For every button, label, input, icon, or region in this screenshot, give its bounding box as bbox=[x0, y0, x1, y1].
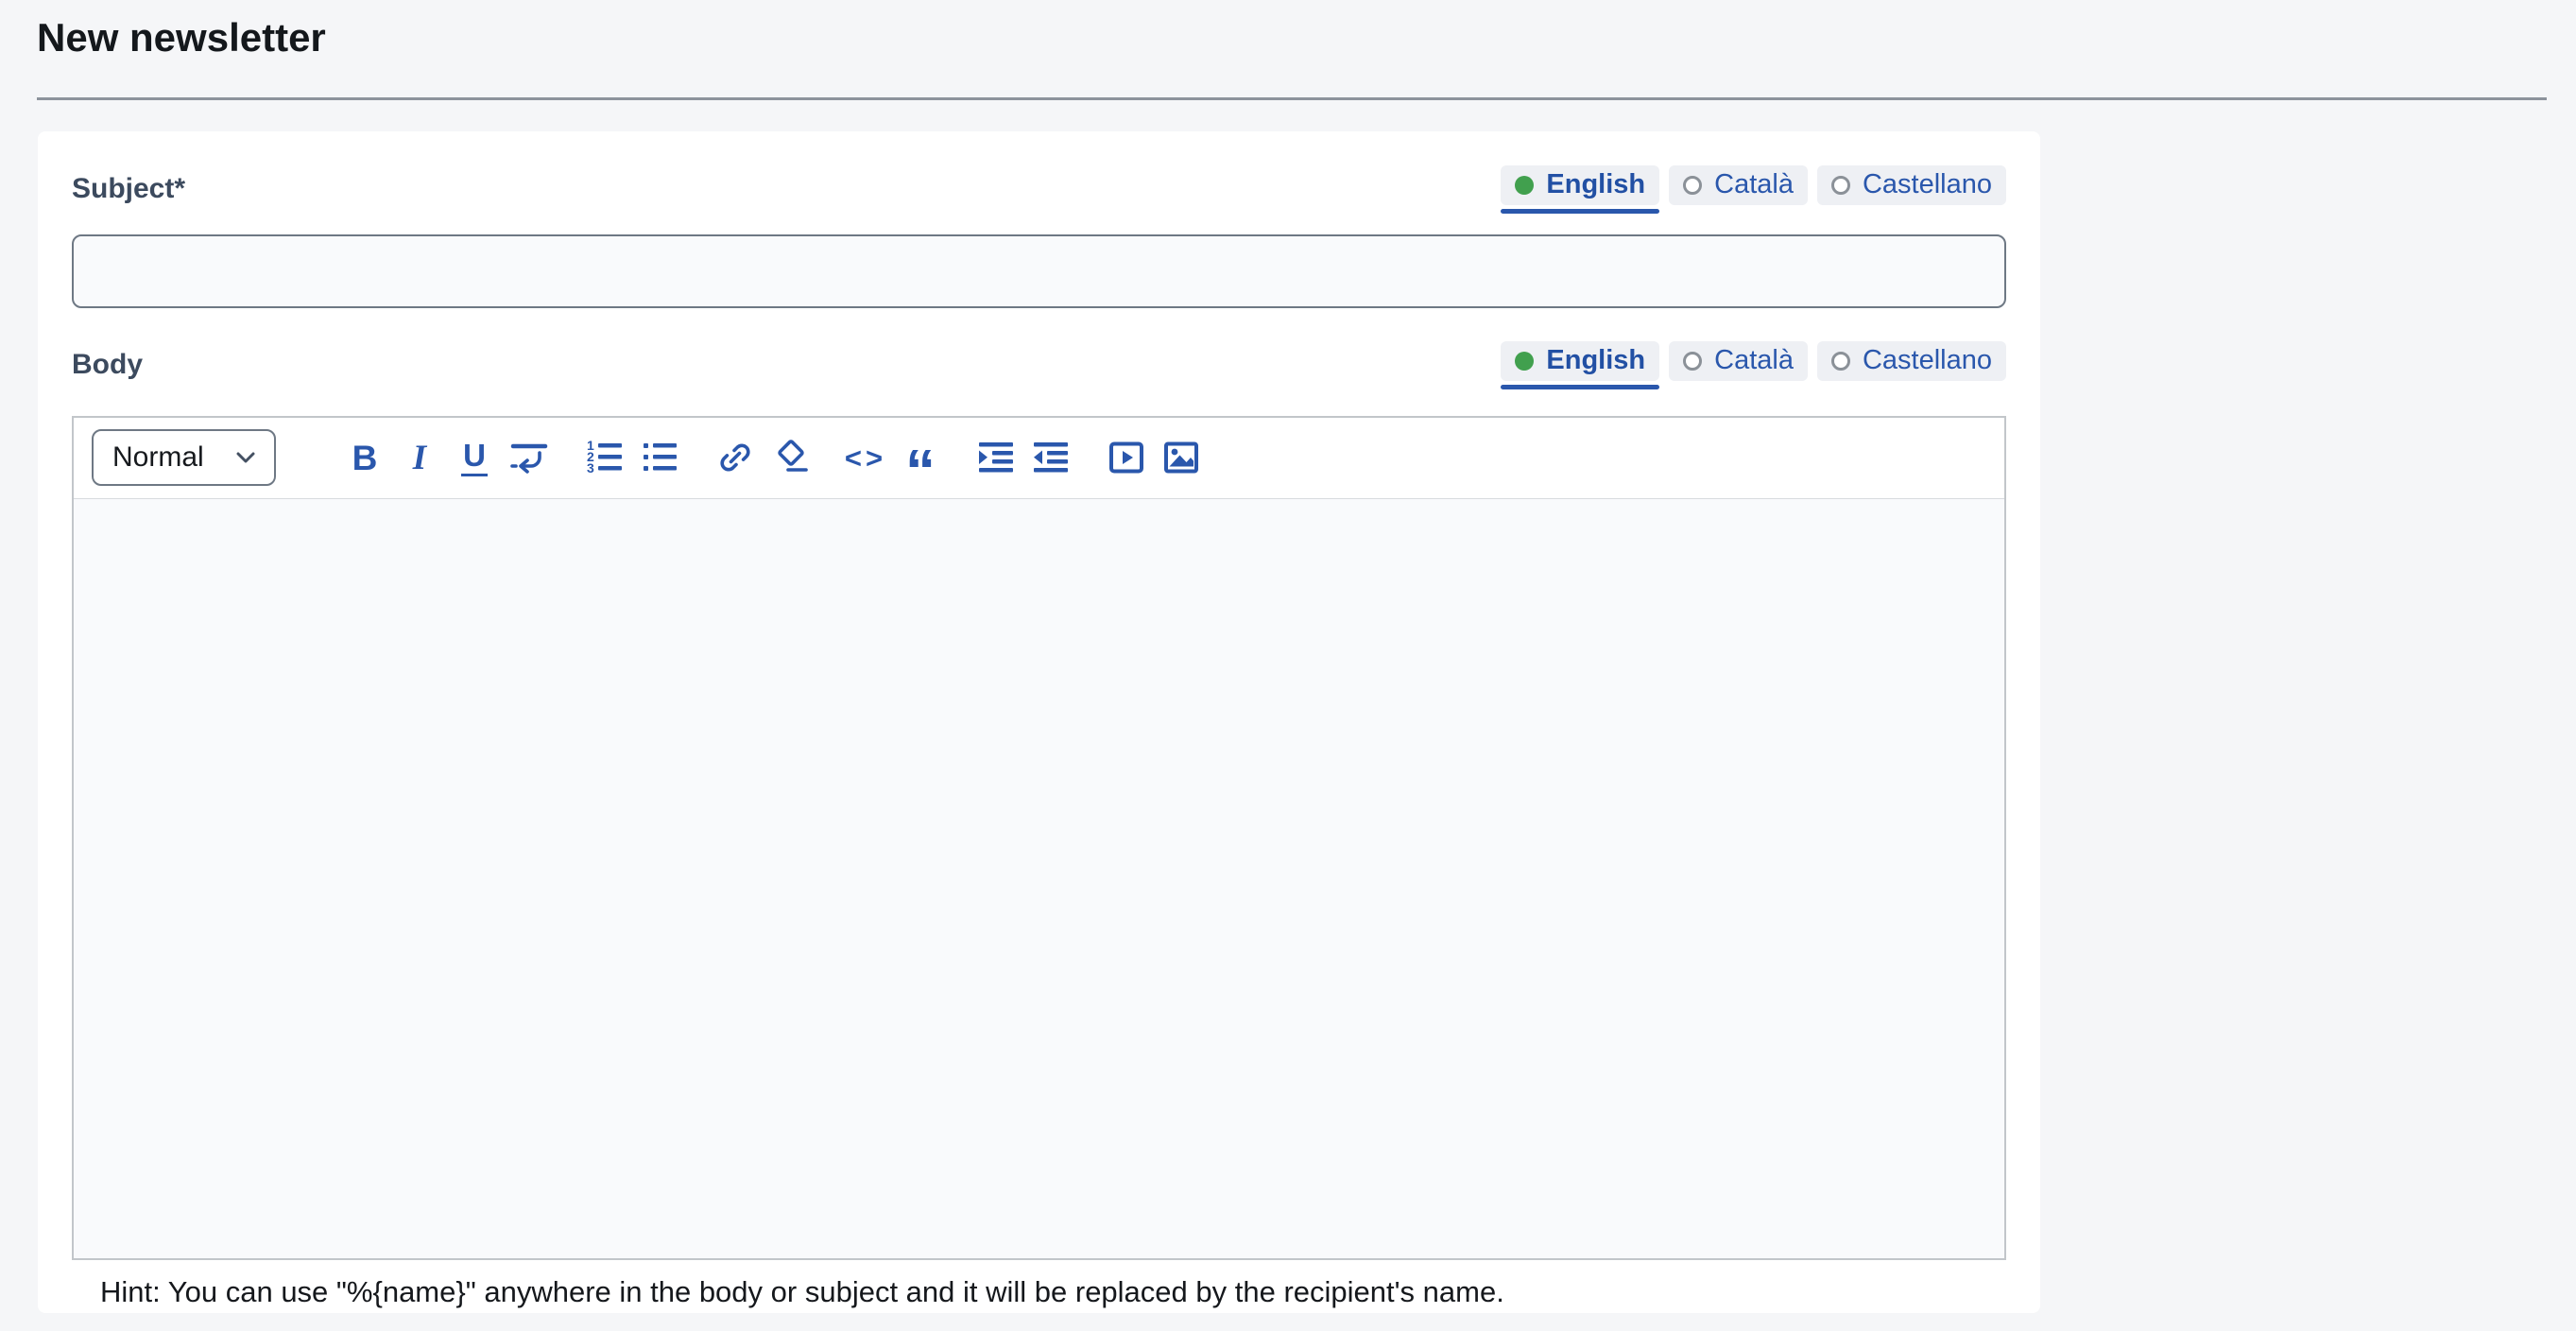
title-divider bbox=[37, 97, 2547, 100]
svg-text:3: 3 bbox=[587, 460, 594, 475]
subject-language-option-castellano[interactable]: Castellano bbox=[1817, 165, 2006, 205]
image-icon bbox=[1160, 437, 1202, 478]
clean-formatting-button[interactable] bbox=[767, 435, 813, 480]
radio-unchecked-icon bbox=[1831, 352, 1850, 371]
radio-unchecked-icon bbox=[1683, 352, 1702, 371]
subject-language-option-catala[interactable]: Català bbox=[1669, 165, 1808, 205]
language-pill: English bbox=[1501, 165, 1659, 205]
ordered-list-button[interactable]: 1 2 3 bbox=[582, 435, 627, 480]
chevron-down-icon bbox=[236, 452, 255, 463]
radio-unchecked-icon bbox=[1831, 176, 1850, 195]
body-language-option-english[interactable]: English bbox=[1501, 341, 1659, 389]
code-icon: <> bbox=[845, 443, 886, 473]
subject-label: Subject* bbox=[72, 173, 185, 205]
new-newsletter-page: New newsletter Subject* English Català bbox=[0, 13, 2576, 1331]
body-rich-text-editor: Normal B I U bbox=[72, 416, 2006, 1260]
italic-button[interactable]: I bbox=[397, 435, 442, 480]
language-pill: Català bbox=[1669, 165, 1808, 205]
insert-image-button[interactable] bbox=[1159, 435, 1204, 480]
ordered-list-icon: 1 2 3 bbox=[584, 437, 626, 478]
blockquote-button[interactable]: “ bbox=[898, 435, 943, 480]
newsletter-form-card: Subject* English Català bbox=[38, 131, 2040, 1313]
soft-wrap-icon bbox=[508, 437, 550, 478]
language-label: Castellano bbox=[1863, 171, 1992, 199]
link-button[interactable] bbox=[713, 435, 758, 480]
underline-icon: U bbox=[461, 440, 488, 476]
outdent-button[interactable] bbox=[1028, 435, 1073, 480]
bold-button[interactable]: B bbox=[342, 435, 387, 480]
body-language-option-catala[interactable]: Català bbox=[1669, 341, 1808, 381]
clean-formatting-icon bbox=[769, 437, 811, 478]
language-pill: Català bbox=[1669, 341, 1808, 381]
language-label: English bbox=[1546, 347, 1645, 374]
format-select-value: Normal bbox=[112, 441, 204, 474]
editor-content-area[interactable] bbox=[74, 499, 2004, 1258]
video-icon bbox=[1106, 437, 1147, 478]
body-language-switcher: English Català Castellano bbox=[1501, 341, 2006, 389]
language-pill: Castellano bbox=[1817, 165, 2006, 205]
bold-icon: B bbox=[352, 441, 378, 475]
bullet-list-button[interactable] bbox=[637, 435, 682, 480]
link-icon bbox=[714, 437, 756, 478]
italic-icon: I bbox=[413, 441, 426, 475]
outdent-icon bbox=[1030, 437, 1072, 478]
language-pill: Castellano bbox=[1817, 341, 2006, 381]
indent-icon bbox=[975, 437, 1017, 478]
indent-button[interactable] bbox=[973, 435, 1019, 480]
insert-video-button[interactable] bbox=[1104, 435, 1149, 480]
hint-text: Hint: You can use "%{name}" anywhere in … bbox=[100, 1275, 2006, 1309]
bullet-list-icon bbox=[639, 437, 680, 478]
editor-toolbar: Normal B I U bbox=[74, 418, 2004, 499]
subject-field-row: Subject* English Català bbox=[72, 165, 2006, 214]
language-pill: English bbox=[1501, 341, 1659, 381]
radio-checked-icon bbox=[1515, 352, 1534, 371]
subject-language-option-english[interactable]: English bbox=[1501, 165, 1659, 214]
soft-wrap-button[interactable] bbox=[507, 435, 552, 480]
language-label: English bbox=[1546, 171, 1645, 199]
underline-button[interactable]: U bbox=[452, 435, 497, 480]
body-field-row: Body English Català bbox=[72, 341, 2006, 389]
code-button[interactable]: <> bbox=[843, 435, 888, 480]
radio-checked-icon bbox=[1515, 176, 1534, 195]
paragraph-format-select[interactable]: Normal bbox=[92, 429, 276, 486]
language-label: Català bbox=[1714, 347, 1794, 374]
body-label: Body bbox=[72, 349, 143, 381]
language-label: Castellano bbox=[1863, 347, 1992, 374]
subject-input[interactable] bbox=[72, 234, 2006, 308]
body-language-option-castellano[interactable]: Castellano bbox=[1817, 341, 2006, 381]
language-label: Català bbox=[1714, 171, 1794, 199]
blockquote-icon: “ bbox=[905, 441, 936, 501]
radio-unchecked-icon bbox=[1683, 176, 1702, 195]
subject-language-switcher: English Català Castellano bbox=[1501, 165, 2006, 214]
page-title: New newsletter bbox=[37, 13, 2576, 63]
